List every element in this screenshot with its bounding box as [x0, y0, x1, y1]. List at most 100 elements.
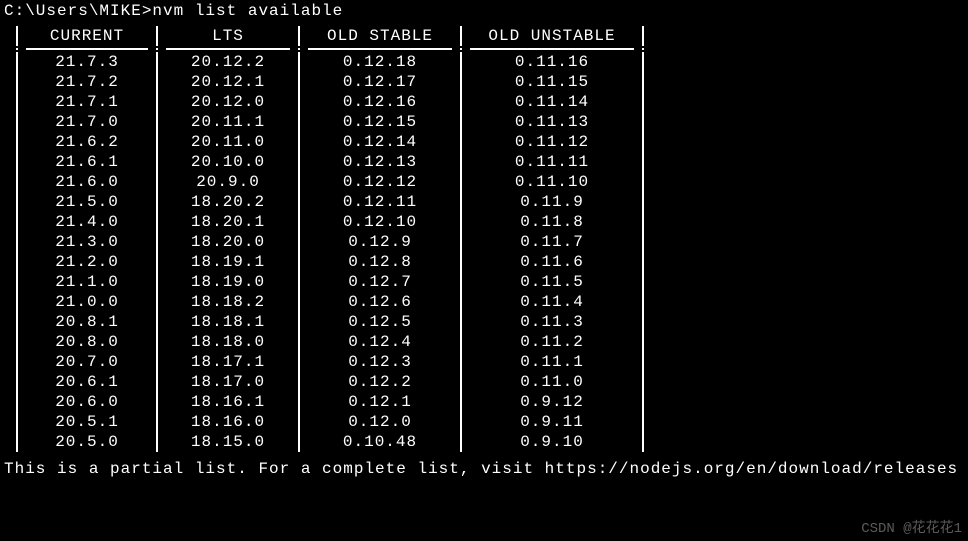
- col-separator: [642, 92, 644, 112]
- underline: [308, 48, 452, 50]
- cell-version: 20.12.0: [158, 93, 298, 111]
- cell-version: 20.6.1: [18, 373, 156, 391]
- col-separator: [642, 152, 644, 172]
- cell-version: 0.11.11: [462, 153, 642, 171]
- cell-version: 20.5.1: [18, 413, 156, 431]
- table-row: 20.8.118.18.10.12.50.11.3: [16, 312, 968, 332]
- cell-version: 21.6.2: [18, 133, 156, 151]
- table-row: 21.3.018.20.00.12.90.11.7: [16, 232, 968, 252]
- cell-version: 0.11.0: [462, 373, 642, 391]
- cell-version: 0.11.8: [462, 213, 642, 231]
- cell-version: 21.5.0: [18, 193, 156, 211]
- cell-version: 18.18.1: [158, 313, 298, 331]
- col-separator: [460, 48, 462, 50]
- col-separator: [642, 352, 644, 372]
- cell-version: 0.11.14: [462, 93, 642, 111]
- col-separator: [642, 232, 644, 252]
- cell-version: 0.11.5: [462, 273, 642, 291]
- cell-version: 20.6.0: [18, 393, 156, 411]
- cell-version: 0.11.7: [462, 233, 642, 251]
- col-separator: [642, 212, 644, 232]
- col-separator: [298, 48, 300, 50]
- col-separator: [642, 48, 644, 50]
- col-separator: [642, 432, 644, 452]
- cell-version: 0.9.11: [462, 413, 642, 431]
- terminal-window[interactable]: C:\Users\MIKE>nvm list available CURRENT…: [0, 0, 968, 478]
- command-text: nvm list available: [152, 2, 343, 20]
- col-header-current: CURRENT: [18, 27, 156, 45]
- cell-version: 0.12.9: [300, 233, 460, 251]
- table-row: 21.7.020.11.10.12.150.11.13: [16, 112, 968, 132]
- header-row: CURRENT LTS OLD STABLE OLD UNSTABLE: [16, 26, 968, 46]
- cell-version: 18.15.0: [158, 433, 298, 451]
- col-separator: [642, 412, 644, 432]
- cell-version: 18.19.0: [158, 273, 298, 291]
- cell-version: 0.11.2: [462, 333, 642, 351]
- cell-version: 0.12.14: [300, 133, 460, 151]
- col-separator: [642, 332, 644, 352]
- cell-version: 20.11.1: [158, 113, 298, 131]
- prompt-line: C:\Users\MIKE>nvm list available: [4, 2, 968, 20]
- col-separator: [642, 392, 644, 412]
- cell-version: 18.16.0: [158, 413, 298, 431]
- cell-version: 18.17.0: [158, 373, 298, 391]
- cell-version: 21.4.0: [18, 213, 156, 231]
- cell-version: 0.11.16: [462, 53, 642, 71]
- cell-version: 18.19.1: [158, 253, 298, 271]
- cell-version: 0.12.15: [300, 113, 460, 131]
- prompt: C:\Users\MIKE>: [4, 2, 152, 20]
- cell-version: 0.11.15: [462, 73, 642, 91]
- cell-version: 0.12.3: [300, 353, 460, 371]
- version-table: CURRENT LTS OLD STABLE OLD UNSTABLE 21.7…: [16, 26, 968, 452]
- cell-version: 18.16.1: [158, 393, 298, 411]
- cell-version: 18.20.0: [158, 233, 298, 251]
- cell-version: 18.20.2: [158, 193, 298, 211]
- table-row: 20.5.118.16.00.12.00.9.11: [16, 412, 968, 432]
- col-separator: [642, 252, 644, 272]
- col-separator: [16, 48, 18, 50]
- table-row: 20.6.118.17.00.12.20.11.0: [16, 372, 968, 392]
- cell-version: 20.7.0: [18, 353, 156, 371]
- col-separator: [642, 292, 644, 312]
- header-underline: [16, 48, 968, 50]
- cell-version: 0.11.1: [462, 353, 642, 371]
- col-separator: [642, 132, 644, 152]
- col-separator: [642, 72, 644, 92]
- table-row: 21.0.018.18.20.12.60.11.4: [16, 292, 968, 312]
- table-row: 21.7.120.12.00.12.160.11.14: [16, 92, 968, 112]
- col-separator: [642, 312, 644, 332]
- cell-version: 21.3.0: [18, 233, 156, 251]
- cell-version: 0.11.4: [462, 293, 642, 311]
- cell-version: 0.12.13: [300, 153, 460, 171]
- cell-version: 0.12.11: [300, 193, 460, 211]
- cell-version: 0.12.12: [300, 173, 460, 191]
- table-row: 20.7.018.17.10.12.30.11.1: [16, 352, 968, 372]
- cell-version: 18.18.2: [158, 293, 298, 311]
- col-header-old-stable: OLD STABLE: [300, 27, 460, 45]
- cell-version: 20.8.1: [18, 313, 156, 331]
- cell-version: 21.7.1: [18, 93, 156, 111]
- col-separator: [642, 192, 644, 212]
- table-row: 21.7.220.12.10.12.170.11.15: [16, 72, 968, 92]
- cell-version: 0.9.12: [462, 393, 642, 411]
- cell-version: 0.12.16: [300, 93, 460, 111]
- col-separator: [642, 112, 644, 132]
- cell-version: 0.11.9: [462, 193, 642, 211]
- cell-version: 0.12.2: [300, 373, 460, 391]
- cell-version: 21.7.3: [18, 53, 156, 71]
- cell-version: 21.6.1: [18, 153, 156, 171]
- cell-version: 0.12.4: [300, 333, 460, 351]
- cell-version: 0.11.3: [462, 313, 642, 331]
- table-row: 21.5.018.20.20.12.110.11.9: [16, 192, 968, 212]
- table-row: 21.6.120.10.00.12.130.11.11: [16, 152, 968, 172]
- col-separator: [642, 372, 644, 392]
- cell-version: 20.10.0: [158, 153, 298, 171]
- cell-version: 20.5.0: [18, 433, 156, 451]
- table-row: 20.5.018.15.00.10.480.9.10: [16, 432, 968, 452]
- table-row: 21.1.018.19.00.12.70.11.5: [16, 272, 968, 292]
- col-separator: [156, 48, 158, 50]
- cell-version: 18.18.0: [158, 333, 298, 351]
- col-separator: [642, 26, 644, 46]
- cell-version: 0.11.6: [462, 253, 642, 271]
- cell-version: 0.10.48: [300, 433, 460, 451]
